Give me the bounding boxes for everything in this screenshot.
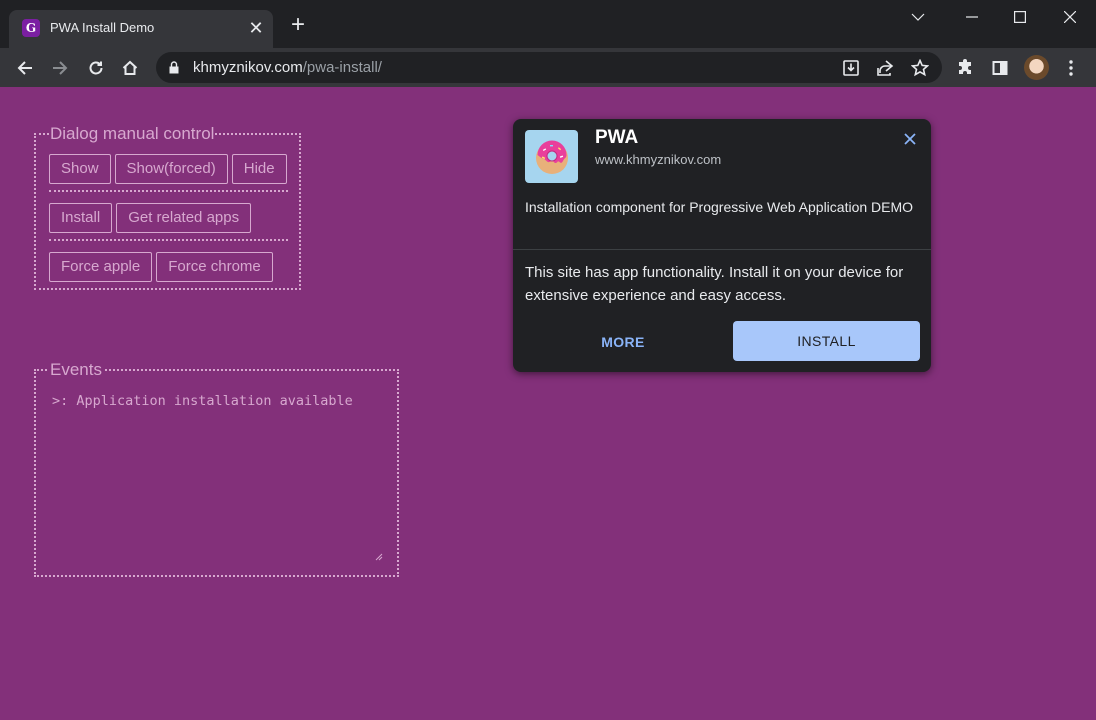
install-button[interactable]: Install	[49, 203, 113, 233]
url-text[interactable]: khmyznikov.com/pwa-install/	[193, 59, 382, 76]
force-chrome-button[interactable]: Force chrome	[156, 252, 273, 282]
share-icon[interactable]	[873, 56, 897, 80]
events-log-text[interactable]: >: Application installation available	[52, 393, 353, 409]
row-divider	[49, 190, 288, 192]
control-row-3: Force apple Force chrome	[49, 252, 273, 282]
show-forced-button[interactable]: Show(forced)	[114, 154, 228, 184]
app-name: PWA	[595, 127, 639, 148]
pwa-install-dialog: PWA www.khmyznikov.com Installation comp…	[513, 119, 931, 372]
menu-kebab-icon[interactable]	[1057, 54, 1085, 82]
donut-icon	[535, 140, 568, 174]
row-divider	[49, 239, 288, 241]
close-window-icon[interactable]	[1046, 0, 1094, 34]
bookmark-star-icon[interactable]	[908, 56, 932, 80]
profile-avatar[interactable]	[1024, 55, 1049, 80]
resize-handle-icon[interactable]	[375, 553, 383, 561]
control-row-1: Show Show(forced) Hide	[49, 154, 287, 184]
browser-toolbar: khmyznikov.com/pwa-install/	[0, 48, 1096, 87]
dialog-control-legend: Dialog manual control	[50, 124, 215, 143]
control-row-2: Install Get related apps	[49, 203, 252, 233]
home-icon[interactable]	[116, 54, 144, 82]
events-legend: Events	[50, 360, 102, 379]
dialog-divider	[513, 249, 931, 250]
back-icon[interactable]	[11, 54, 39, 82]
active-tab[interactable]: G PWA Install Demo ✕	[9, 10, 273, 48]
side-panel-icon[interactable]	[986, 54, 1014, 82]
dialog-close-icon[interactable]	[901, 130, 919, 148]
get-related-apps-button[interactable]: Get related apps	[116, 203, 252, 233]
install-app-icon[interactable]	[839, 56, 863, 80]
hide-button[interactable]: Hide	[231, 154, 287, 184]
dialog-control-fieldset: Dialog manual control Show Show(forced) …	[34, 125, 301, 290]
app-icon	[525, 130, 578, 183]
maximize-icon[interactable]	[996, 0, 1044, 34]
address-bar[interactable]: khmyznikov.com/pwa-install/	[156, 52, 942, 83]
tab-search-icon[interactable]	[894, 0, 942, 34]
install-message: This site has app functionality. Install…	[525, 264, 904, 304]
url-path: /pwa-install/	[302, 59, 382, 76]
app-url: www.khmyznikov.com	[595, 152, 722, 167]
new-tab-button[interactable]: +	[286, 13, 310, 38]
more-button[interactable]: MORE	[573, 322, 673, 362]
forward-icon[interactable]	[46, 54, 74, 82]
tab-strip: G PWA Install Demo ✕ +	[0, 0, 1096, 48]
tab-close-icon[interactable]: ✕	[245, 17, 267, 39]
site-favicon-icon: G	[22, 19, 40, 37]
lock-icon	[169, 61, 179, 74]
app-description: Installation component for Progressive W…	[525, 199, 914, 215]
url-host: khmyznikov.com	[193, 59, 303, 76]
minimize-icon[interactable]	[948, 0, 996, 34]
extensions-puzzle-icon[interactable]	[951, 54, 979, 82]
force-apple-button[interactable]: Force apple	[49, 252, 153, 282]
show-button[interactable]: Show	[49, 154, 111, 184]
tab-title: PWA Install Demo	[50, 20, 155, 35]
install-app-button[interactable]: INSTALL	[733, 321, 920, 361]
events-fieldset: Events >: Application installation avail…	[34, 361, 399, 577]
reload-icon[interactable]	[82, 54, 110, 82]
